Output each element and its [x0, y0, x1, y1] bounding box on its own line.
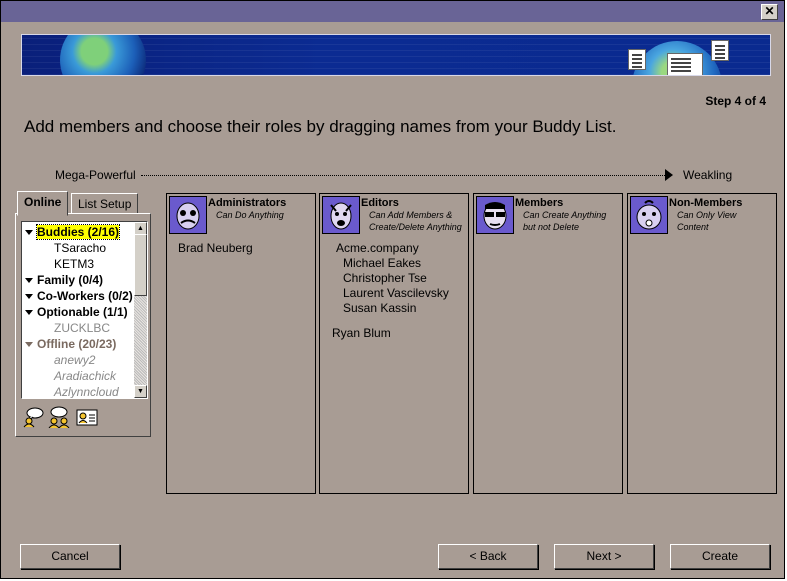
- group-buddies[interactable]: Buddies (2/16): [22, 224, 121, 240]
- member-item[interactable]: Susan Kassin: [343, 301, 416, 315]
- expand-triangle-icon[interactable]: [25, 230, 33, 235]
- title-bar: ✕: [1, 1, 784, 22]
- document-icon: [628, 49, 646, 70]
- role-title: Editors: [361, 197, 399, 209]
- role-title: Members: [515, 197, 564, 209]
- role-title: Administrators: [208, 197, 287, 209]
- group-chat-icon[interactable]: [48, 406, 70, 428]
- role-column-members[interactable]: Members Can Create Anything but not Dele…: [473, 193, 623, 494]
- buddy-list[interactable]: Buddies (2/16) TSaracho KETM3 Family (0/…: [21, 221, 148, 399]
- document-icon: [667, 53, 703, 75]
- tab-list-setup[interactable]: List Setup: [71, 193, 139, 215]
- profile-card-icon[interactable]: [76, 406, 98, 428]
- page-title: Add members and choose their roles by dr…: [24, 117, 617, 136]
- buddy-info-icon[interactable]: [22, 406, 44, 428]
- expand-triangle-icon[interactable]: [25, 310, 33, 315]
- member-item[interactable]: Michael Eakes: [343, 256, 421, 270]
- buddy-item[interactable]: KETM3: [22, 256, 94, 272]
- arrow-right-icon: [665, 169, 673, 181]
- group-co-workers[interactable]: Co-Workers (0/2): [22, 288, 133, 304]
- member-item[interactable]: Laurent Vascilevsky: [343, 286, 449, 300]
- role-description: Can Do Anything: [216, 210, 284, 220]
- buddy-item[interactable]: anewy2: [22, 352, 95, 368]
- tab-online[interactable]: Online: [17, 191, 69, 216]
- member-item[interactable]: Ryan Blum: [332, 326, 391, 340]
- list-scrollbar[interactable]: ▲ ▼: [134, 222, 147, 398]
- step-indicator: Step 4 of 4: [705, 94, 766, 108]
- member-item[interactable]: Brad Neuberg: [178, 241, 253, 255]
- back-button[interactable]: < Back: [438, 544, 538, 569]
- group-offline[interactable]: Offline (20/23): [22, 336, 116, 352]
- editor-avatar-icon: [322, 196, 360, 234]
- header-banner: [21, 34, 771, 76]
- buddy-item[interactable]: Aradiachick: [22, 368, 116, 384]
- scale-label-right: Weakling: [683, 168, 733, 182]
- power-scale-line: [141, 175, 669, 176]
- expand-triangle-icon[interactable]: [25, 342, 33, 347]
- role-description: Can Add Members & Create/Delete Anything: [369, 210, 462, 232]
- role-title: Non-Members: [669, 197, 743, 209]
- role-column-administrators[interactable]: Administrators Can Do Anything Brad Neub…: [166, 193, 316, 494]
- member-avatar-icon: [476, 196, 514, 234]
- buddy-item[interactable]: TSaracho: [22, 240, 106, 256]
- expand-triangle-icon[interactable]: [25, 278, 33, 283]
- globe-left-image: [60, 35, 146, 75]
- scale-label-left: Mega-Powerful: [55, 168, 136, 182]
- group-optionable[interactable]: Optionable (1/1): [22, 304, 128, 320]
- close-button[interactable]: ✕: [761, 4, 778, 20]
- wizard-dialog: ✕ Step 4 of 4 Add members and choose the…: [0, 0, 785, 579]
- buddy-item[interactable]: Azlynncloud: [22, 384, 119, 398]
- role-description: Can Only View Content: [677, 210, 737, 232]
- role-column-non-members[interactable]: Non-Members Can Only View Content: [627, 193, 777, 494]
- buddy-item[interactable]: ZUCKLBC: [22, 320, 110, 336]
- group-family[interactable]: Family (0/4): [22, 272, 103, 288]
- role-description: Can Create Anything but not Delete: [523, 210, 607, 232]
- cancel-button[interactable]: Cancel: [20, 544, 120, 569]
- administrator-avatar-icon: [169, 196, 207, 234]
- buddy-list-panel: Buddies (2/16) TSaracho KETM3 Family (0/…: [15, 213, 151, 437]
- expand-triangle-icon[interactable]: [25, 294, 33, 299]
- non-member-avatar-icon: [630, 196, 668, 234]
- document-icon: [711, 40, 729, 61]
- role-column-editors[interactable]: Editors Can Add Members & Create/Delete …: [319, 193, 469, 494]
- create-button[interactable]: Create: [670, 544, 770, 569]
- scroll-thumb[interactable]: [134, 234, 147, 296]
- member-item[interactable]: Acme.company: [336, 241, 419, 255]
- member-item[interactable]: Christopher Tse: [343, 271, 427, 285]
- scroll-down-icon[interactable]: ▼: [134, 385, 147, 398]
- next-button[interactable]: Next >: [554, 544, 654, 569]
